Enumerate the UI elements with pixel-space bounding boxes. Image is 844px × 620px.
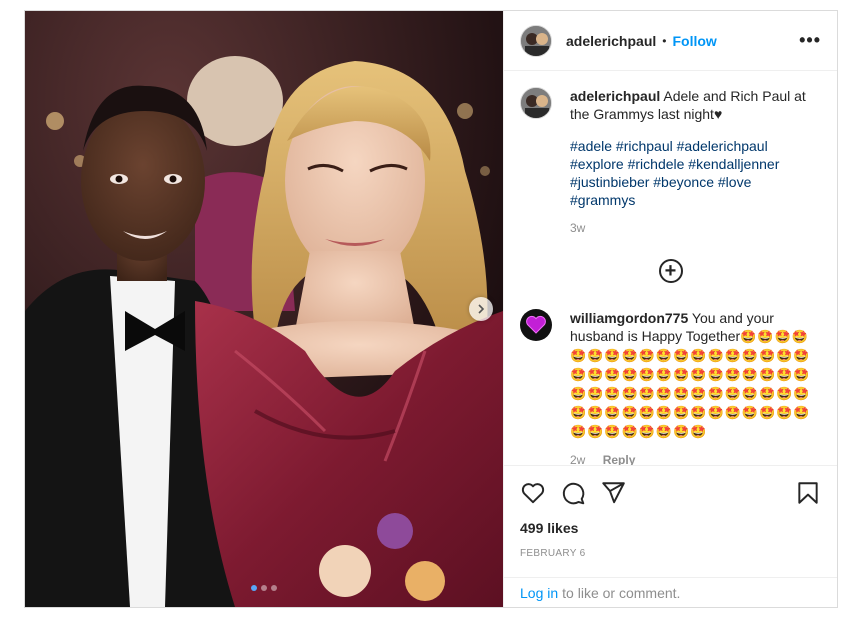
caption-body: adelerichpaul Adele and Rich Paul at the… [570, 87, 820, 237]
comment-icon[interactable] [560, 480, 586, 506]
carousel-indicator [25, 585, 503, 591]
reply-button[interactable]: Reply [603, 453, 636, 465]
post-actions: 499 likes FEBRUARY 6 [504, 465, 837, 577]
heart-icon[interactable] [520, 480, 546, 506]
header-username[interactable]: adelerichpaul [566, 33, 656, 49]
comment-body: williamgordon775 You and your husband is… [570, 309, 820, 465]
caption: adelerichpaul Adele and Rich Paul at the… [520, 87, 821, 237]
post-photo[interactable] [25, 11, 503, 607]
avatar[interactable] [520, 309, 552, 341]
comment-meta: 2w Reply [570, 451, 820, 465]
carousel-dot [261, 585, 267, 591]
post-details-panel: adelerichpaul • Follow ••• adelerichpaul… [503, 11, 837, 607]
caption-time: 3w [570, 221, 586, 235]
action-icons [520, 480, 821, 506]
plus-circle-icon[interactable]: + [658, 259, 683, 283]
more-options-icon[interactable]: ••• [799, 30, 821, 51]
share-icon[interactable] [600, 480, 626, 506]
chevron-right-icon [478, 304, 485, 314]
follow-button[interactable]: Follow [672, 33, 716, 49]
avatar[interactable] [520, 24, 552, 57]
login-text: to like or comment. [562, 584, 681, 601]
avatar[interactable] [520, 87, 552, 119]
carousel-dot [251, 585, 257, 591]
comment: williamgordon775 You and your husband is… [520, 309, 821, 465]
comment-time: 2w [570, 453, 586, 465]
login-prompt: Log in to like or comment. [504, 577, 837, 607]
comment-username[interactable]: williamgordon775 [570, 310, 688, 326]
profile-photo [521, 25, 551, 56]
post-header: adelerichpaul • Follow ••• [504, 11, 837, 71]
separator-dot: • [662, 33, 667, 48]
likes-count[interactable]: 499 likes [520, 520, 821, 536]
caption-username[interactable]: adelerichpaul [570, 88, 660, 104]
photo-illustration [25, 11, 503, 607]
comments-section: adelerichpaul Adele and Rich Paul at the… [504, 71, 837, 465]
instagram-post: adelerichpaul • Follow ••• adelerichpaul… [24, 10, 838, 608]
caption-hashtags[interactable]: #adele #richpaul #adelerichpaul #explore… [570, 137, 820, 209]
comment-emoji: 🤩🤩🤩🤩🤩🤩🤩🤩🤩🤩🤩🤩🤩🤩🤩🤩🤩🤩🤩🤩🤩🤩🤩🤩🤩🤩🤩🤩🤩🤩🤩🤩🤩🤩🤩🤩🤩🤩🤩🤩… [570, 329, 811, 439]
load-more-comments: + [520, 259, 821, 283]
next-photo-button[interactable] [469, 297, 493, 321]
profile-photo [521, 88, 551, 118]
carousel-dot [271, 585, 277, 591]
login-link[interactable]: Log in [520, 585, 558, 601]
bookmark-icon[interactable] [795, 480, 821, 506]
heart-icon [526, 315, 546, 334]
post-date: FEBRUARY 6 [520, 548, 586, 559]
